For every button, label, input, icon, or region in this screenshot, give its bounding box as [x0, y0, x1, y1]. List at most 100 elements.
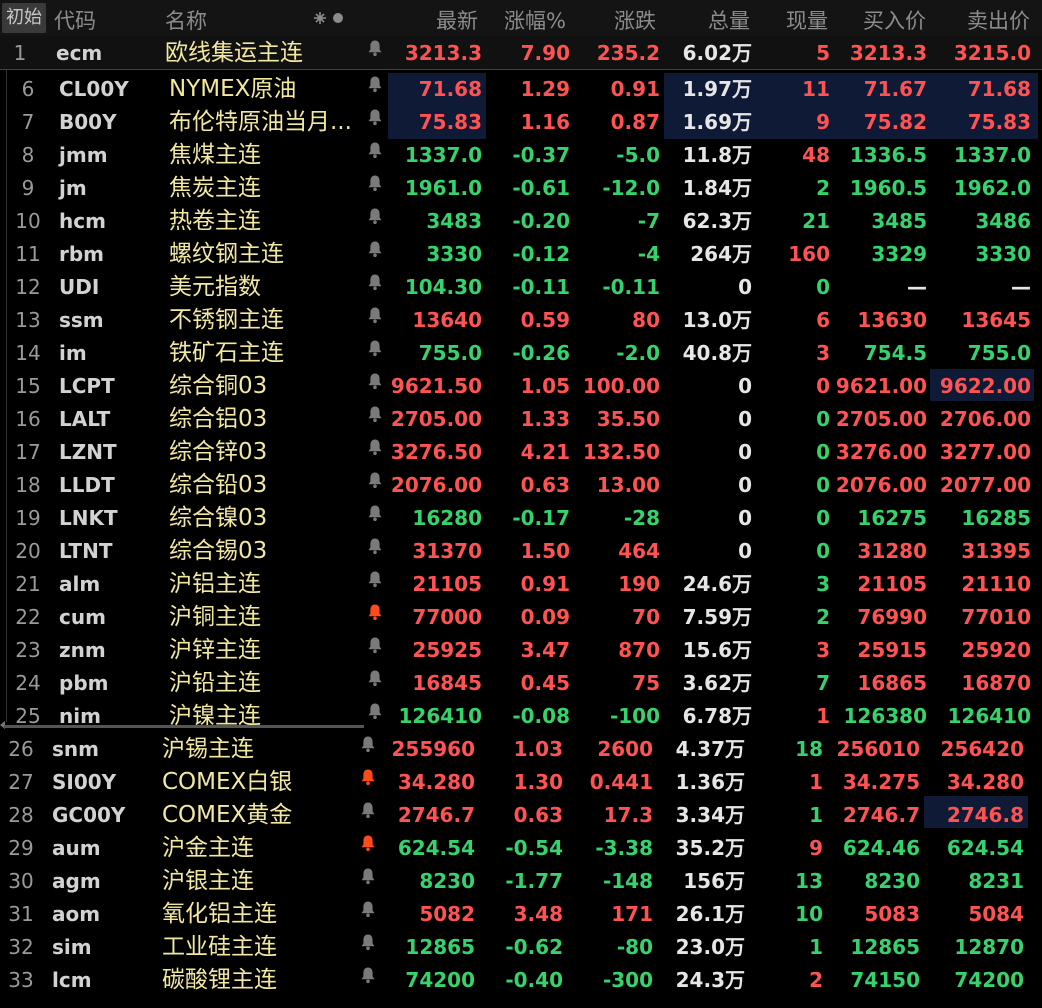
bid-price: 1336.5 [849, 143, 927, 167]
quote-row[interactable]: 32 sim 工业硅主连 12865 -0.62 -80 23.0万 1 12865 12870 [0, 930, 1042, 963]
change-percent: 1.05 [520, 374, 570, 398]
instrument-name: COMEX黄金 [162, 802, 293, 828]
alert-bell-icon[interactable] [367, 471, 383, 489]
quote-row[interactable]: 18 LLDT 综合铅03 2076.00 0.63 13.00 0 0 2076.00 2077… [0, 468, 1042, 501]
quote-row[interactable]: 9 jm 焦炭主连 1961.0 -0.61 -12.0 1.84万 2 1960.5 1962.… [0, 171, 1042, 204]
col-header-pct[interactable]: 涨幅% [504, 5, 566, 35]
alert-bell-icon[interactable] [367, 75, 383, 93]
quote-row[interactable]: 20 LTNT 综合锡03 31370 1.50 464 0 0 31280 31395 [0, 534, 1042, 567]
alert-bell-icon[interactable] [367, 339, 383, 357]
quote-row[interactable]: 24 pbm 沪铅主连 16845 0.45 75 3.62万 7 16865 16870 [0, 666, 1042, 699]
alert-bell-icon[interactable] [367, 372, 383, 390]
pinned-quote-row[interactable]: 1 ecm 欧线集运主连 3213.3 7.90 235.2 6.02万 5 3213.3 321… [0, 36, 1042, 69]
column-settings-icon[interactable] [312, 9, 346, 27]
quote-row[interactable]: 8 jmm 焦煤主连 1337.0 -0.37 -5.0 11.8万 48 1336.5 1337… [0, 138, 1042, 171]
alert-bell-icon[interactable] [367, 273, 383, 291]
alert-bell-icon[interactable] [367, 207, 383, 225]
alert-bell-icon[interactable] [360, 867, 376, 885]
quote-row[interactable]: 19 LNKT 综合镍03 16280 -0.17 -28 0 0 16275 16285 [0, 501, 1042, 534]
quote-row[interactable]: 15 LCPT 综合铜03 9621.50 1.05 100.00 0 0 9621.00 962… [0, 369, 1042, 402]
alert-bell-icon[interactable] [360, 933, 376, 951]
quote-row[interactable]: 16 LALT 综合铝03 2705.00 1.33 35.50 0 0 2705.00 2706… [0, 402, 1042, 435]
instrument-code: GC00Y [52, 803, 126, 827]
quote-row[interactable]: 6 CL00Y NYMEX原油 71.68 1.29 0.91 1.97万 11 71.67 71… [0, 72, 1042, 105]
total-volume: 23.0万 [675, 935, 745, 959]
change-percent: 1.29 [520, 77, 570, 101]
alert-bell-icon[interactable] [367, 537, 383, 555]
init-button[interactable]: 初始 [2, 3, 46, 33]
ask-price: 8231 [968, 869, 1024, 893]
col-header-chg[interactable]: 涨跌 [614, 5, 656, 35]
alert-bell-active-icon[interactable] [360, 768, 376, 786]
alert-bell-icon[interactable] [367, 438, 383, 456]
col-header-current[interactable]: 现量 [786, 5, 828, 35]
last-price: 75.83 [418, 110, 482, 134]
quote-row[interactable]: 10 hcm 热卷主连 3483 -0.20 -7 62.3万 21 3485 3486 [0, 204, 1042, 237]
change-amount: -12.0 [602, 176, 660, 200]
alert-bell-icon[interactable] [367, 570, 383, 588]
change-percent: 4.21 [520, 440, 570, 464]
col-header-code[interactable]: 代码 [54, 5, 96, 35]
alert-bell-icon[interactable] [367, 108, 383, 126]
instrument-code: agm [52, 869, 101, 893]
alert-bell-active-icon[interactable] [360, 834, 376, 852]
alert-bell-icon[interactable] [367, 636, 383, 654]
alert-bell-icon[interactable] [360, 900, 376, 918]
quote-row[interactable]: 31 aom 氧化铝主连 5082 3.48 171 26.1万 10 5083 5084 [0, 897, 1042, 930]
quote-row[interactable]: 14 im 铁矿石主连 755.0 -0.26 -2.0 40.8万 3 754.5 755.0 [0, 336, 1042, 369]
quote-row[interactable]: 33 lcm 碳酸锂主连 74200 -0.40 -300 24.3万 2 74150 74200 [0, 963, 1042, 996]
alert-bell-icon[interactable] [367, 240, 383, 258]
alert-bell-icon[interactable] [367, 39, 383, 57]
quote-row[interactable]: 26 snm 沪锡主连 255960 1.03 2600 4.37万 18 256010 2564… [0, 732, 1042, 765]
alert-bell-active-icon[interactable] [367, 603, 383, 621]
horizontal-scrollbar-thumb[interactable] [4, 725, 364, 728]
alert-bell-icon[interactable] [367, 174, 383, 192]
ask-price: 21110 [961, 572, 1031, 596]
quote-row[interactable]: 13 ssm 不锈钢主连 13640 0.59 80 13.0万 6 13630 13645 [0, 303, 1042, 336]
bid-price: 3276.00 [835, 440, 927, 464]
col-header-volume[interactable]: 总量 [708, 5, 750, 35]
quote-row[interactable]: 21 alm 沪铝主连 21105 0.91 190 24.6万 3 21105 21110 [0, 567, 1042, 600]
alert-bell-icon[interactable] [360, 801, 376, 819]
quote-row[interactable]: 27 SI00Y COMEX白银 34.280 1.30 0.441 1.36万 1 34.27… [0, 765, 1042, 798]
change-percent: 0.09 [520, 605, 570, 629]
change-amount: 80 [632, 308, 660, 332]
instrument-code: alm [59, 572, 101, 596]
last-price: 34.280 [397, 770, 475, 794]
quote-row[interactable]: 29 aum 沪金主连 624.54 -0.54 -3.38 35.2万 9 624.46 624… [0, 831, 1042, 864]
quote-row[interactable]: 30 agm 沪银主连 8230 -1.77 -148 156万 13 8230 8231 [0, 864, 1042, 897]
alert-bell-icon[interactable] [367, 405, 383, 423]
alert-bell-icon[interactable] [367, 669, 383, 687]
row-index: 28 [8, 803, 34, 827]
alert-bell-icon[interactable] [360, 966, 376, 984]
instrument-name: NYMEX原油 [169, 76, 297, 102]
ask-price: 77010 [961, 605, 1031, 629]
alert-bell-icon[interactable] [367, 306, 383, 324]
col-header-ask[interactable]: 卖出价 [967, 5, 1030, 35]
change-percent: -0.61 [512, 176, 570, 200]
change-percent: 1.50 [520, 539, 570, 563]
quote-row[interactable]: 28 GC00Y COMEX黄金 2746.7 0.63 17.3 3.34万 1 2746.7… [0, 798, 1042, 831]
quote-row[interactable]: 7 B00Y 布伦特原油当月... 75.83 1.16 0.87 1.69万 9 75.82 7… [0, 105, 1042, 138]
col-header-last[interactable]: 最新 [436, 5, 478, 35]
instrument-code: lcm [52, 968, 92, 992]
col-header-bid[interactable]: 买入价 [863, 5, 926, 35]
quote-row[interactable]: 12 UDI 美元指数 104.30 -0.11 -0.11 0 0 — — [0, 270, 1042, 303]
change-percent: 1.30 [513, 770, 563, 794]
bid-price: — [907, 275, 927, 299]
alert-bell-icon[interactable] [367, 504, 383, 522]
total-volume: 1.69万 [682, 110, 752, 134]
alert-bell-icon[interactable] [360, 735, 376, 753]
current-volume: 11 [802, 77, 830, 101]
ask-price: 3486 [975, 209, 1031, 233]
ask-price: 16285 [961, 506, 1031, 530]
alert-bell-icon[interactable] [367, 702, 383, 720]
quote-row[interactable]: 23 znm 沪锌主连 25925 3.47 870 15.6万 3 25915 25920 [0, 633, 1042, 666]
quote-row[interactable]: 17 LZNT 综合锌03 3276.50 4.21 132.50 0 0 3276.00 327… [0, 435, 1042, 468]
alert-bell-icon[interactable] [367, 141, 383, 159]
col-header-name[interactable]: 名称 [165, 5, 207, 35]
instrument-name: 综合铅03 [169, 472, 268, 498]
quote-row[interactable]: 11 rbm 螺纹钢主连 3330 -0.12 -4 264万 160 3329 3330 [0, 237, 1042, 270]
change-amount: -80 [616, 935, 653, 959]
quote-row[interactable]: 22 cum 沪铜主连 77000 0.09 70 7.59万 2 76990 77010 [0, 600, 1042, 633]
